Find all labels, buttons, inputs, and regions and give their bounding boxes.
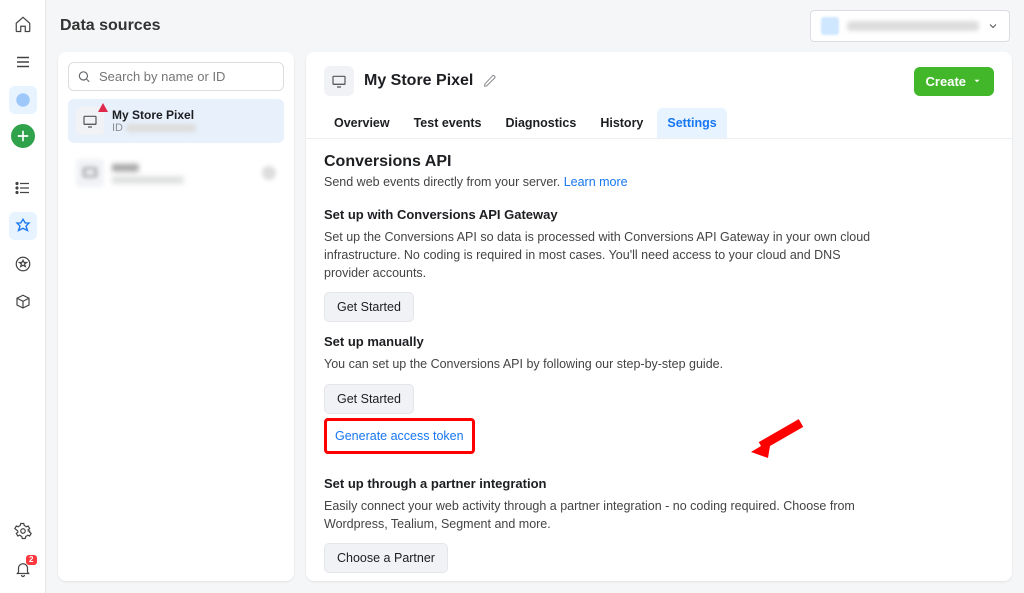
topbar: Data sources (46, 0, 1024, 52)
gateway-heading: Set up with Conversions API Gateway (324, 207, 994, 222)
pixel-icon (76, 107, 104, 135)
list-icon[interactable] (9, 174, 37, 202)
package-icon[interactable] (9, 288, 37, 316)
home-icon[interactable] (9, 10, 37, 38)
warn-icon (98, 103, 108, 112)
create-plus-icon[interactable] (11, 124, 35, 148)
ds-id: ID (112, 122, 196, 134)
account-selector[interactable] (810, 10, 1010, 42)
choose-partner-button[interactable]: Choose a Partner (324, 543, 448, 573)
data-source-item[interactable]: xxxx xxxxxxxxxxxxx (68, 151, 284, 195)
favorites-icon[interactable] (9, 250, 37, 278)
edit-name-icon[interactable] (483, 74, 497, 88)
tab-settings[interactable]: Settings (657, 108, 726, 138)
tab-history[interactable]: History (590, 108, 653, 138)
create-label: Create (926, 74, 966, 89)
data-source-item-active[interactable]: My Store Pixel ID (68, 99, 284, 143)
account-label (847, 21, 979, 31)
settings-gear-icon[interactable] (9, 517, 37, 545)
pixel-icon (76, 159, 104, 187)
gateway-get-started-button[interactable]: Get Started (324, 292, 414, 322)
data-source-list-panel: My Store Pixel ID xxxx xxxxxxxxxxxxx (58, 52, 294, 581)
partner-text: Easily connect your web activity through… (324, 497, 884, 533)
tab-diagnostics[interactable]: Diagnostics (495, 108, 586, 138)
tab-test-events[interactable]: Test events (404, 108, 492, 138)
tab-overview[interactable]: Overview (324, 108, 400, 138)
main-panel: My Store Pixel Create Overview Test even… (306, 52, 1012, 581)
page-title: Data sources (60, 17, 161, 35)
nav-item-highlight-icon[interactable] (9, 86, 37, 114)
chevron-down-icon (972, 76, 982, 86)
content-area: Data sources My Store Pixel ID (46, 0, 1024, 593)
manual-heading: Set up manually (324, 334, 994, 349)
global-nav-rail: 2 (0, 0, 46, 593)
search-data-sources[interactable] (68, 62, 284, 91)
partner-heading: Set up through a partner integration (324, 476, 994, 491)
pixel-header-icon (324, 66, 354, 96)
account-icon (821, 17, 839, 35)
menu-icon[interactable] (9, 48, 37, 76)
manual-text: You can set up the Conversions API by fo… (324, 355, 884, 373)
search-icon (77, 69, 91, 84)
manual-get-started-button[interactable]: Get Started (324, 384, 414, 414)
conv-api-title: Conversions API (324, 153, 994, 171)
chevron-down-icon (987, 20, 999, 32)
ds-name: My Store Pixel (112, 108, 196, 122)
main-title: My Store Pixel (364, 72, 473, 90)
body-row: My Store Pixel ID xxxx xxxxxxxxxxxxx (46, 52, 1024, 593)
main-header: My Store Pixel Create (306, 52, 1012, 102)
search-input[interactable] (99, 69, 275, 84)
generate-access-token-link[interactable]: Generate access token (331, 423, 468, 449)
notifications-bell-icon[interactable]: 2 (9, 555, 37, 583)
data-sources-nav-icon[interactable] (9, 212, 37, 240)
gateway-text: Set up the Conversions API so data is pr… (324, 228, 884, 282)
notif-badge: 2 (26, 555, 36, 565)
ds-id: xxxxxxxxxxxxx (112, 174, 184, 186)
conv-api-sub: Send web events directly from your serve… (324, 175, 994, 189)
ds-name: xxxx (112, 160, 184, 174)
generate-token-callout: Generate access token (324, 418, 475, 454)
learn-more-link[interactable]: Learn more (564, 175, 628, 189)
main-title-block: My Store Pixel (324, 66, 497, 96)
tabs: Overview Test events Diagnostics History… (306, 102, 1012, 139)
settings-scroll-area[interactable]: Conversions API Send web events directly… (306, 139, 1012, 581)
create-button[interactable]: Create (914, 67, 994, 96)
